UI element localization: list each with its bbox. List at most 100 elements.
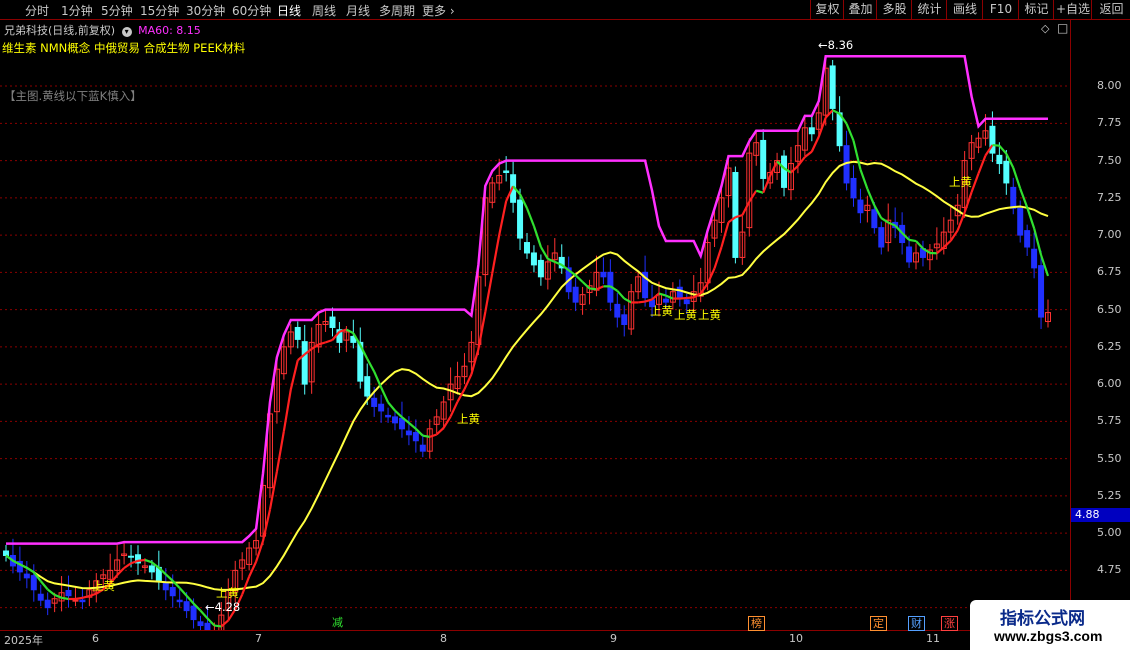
more-label: 更多 bbox=[422, 4, 447, 18]
candle-body bbox=[537, 259, 544, 278]
candle-body bbox=[662, 298, 669, 303]
candle-body bbox=[385, 414, 392, 418]
period-tab-weekly[interactable]: 周线 bbox=[312, 2, 336, 19]
restore-rights-button[interactable]: 复权 bbox=[810, 0, 844, 19]
short-ma-segment bbox=[408, 422, 417, 430]
candle-body bbox=[530, 252, 537, 266]
multi-stock-button[interactable]: 多股 bbox=[876, 0, 912, 19]
short-ma-segment bbox=[998, 144, 1008, 155]
short-ma-segment bbox=[366, 358, 376, 373]
short-ma-segment bbox=[26, 566, 35, 574]
short-ma-segment bbox=[380, 386, 390, 403]
short-ma-segment bbox=[817, 117, 827, 138]
short-ma-segment bbox=[943, 239, 952, 249]
low-price-annotation: ←4.28 bbox=[205, 600, 240, 614]
short-ma-segment bbox=[755, 189, 764, 194]
candle-body bbox=[364, 376, 371, 397]
period-tab-1min[interactable]: 1分钟 bbox=[61, 2, 93, 19]
marker-list[interactable]: 榜 bbox=[748, 616, 765, 631]
short-ma-segment bbox=[665, 294, 674, 300]
short-ma-segment bbox=[596, 285, 604, 291]
short-ma-segment bbox=[282, 389, 292, 432]
candle-body bbox=[301, 341, 308, 385]
candle-body bbox=[183, 601, 190, 612]
candle-body bbox=[850, 177, 857, 199]
kline-chart[interactable] bbox=[0, 19, 1070, 630]
add-watchlist-button[interactable]: +自选 bbox=[1053, 0, 1092, 19]
signal-label: 上黄 bbox=[216, 586, 239, 600]
candle-body bbox=[572, 286, 579, 303]
period-tab-monthly[interactable]: 月线 bbox=[346, 2, 370, 19]
period-tab-multi[interactable]: 多周期 bbox=[379, 2, 415, 19]
candle-body bbox=[23, 573, 30, 579]
period-tab-60min[interactable]: 60分钟 bbox=[232, 2, 271, 19]
short-ma-segment bbox=[638, 300, 646, 304]
marker-reduce[interactable]: 减 bbox=[330, 616, 345, 629]
candle-body bbox=[44, 599, 51, 609]
short-ma-segment bbox=[144, 558, 153, 564]
high-value: 8.36 bbox=[827, 38, 854, 52]
period-tab-intraday[interactable]: 分时 bbox=[25, 2, 49, 19]
statistics-button[interactable]: 统计 bbox=[911, 0, 947, 19]
short-ma-segment bbox=[498, 200, 508, 236]
y-tick-label: 7.00 bbox=[1097, 228, 1122, 242]
y-tick-label: 6.50 bbox=[1097, 302, 1122, 316]
candle-body bbox=[517, 199, 524, 239]
watermark-title: 指标公式网 bbox=[1000, 609, 1085, 628]
short-ma-segment bbox=[289, 360, 299, 390]
period-tab-30min[interactable]: 30分钟 bbox=[186, 2, 225, 19]
y-tick-label: 4.75 bbox=[1097, 563, 1122, 577]
marker-rise[interactable]: 涨 bbox=[941, 616, 958, 631]
candle-body bbox=[329, 316, 336, 328]
short-ma-segment bbox=[686, 296, 694, 300]
candle-body bbox=[169, 587, 176, 597]
short-ma-segment bbox=[261, 509, 272, 542]
candle-body bbox=[878, 227, 885, 248]
back-button[interactable]: 返回 bbox=[1091, 0, 1130, 19]
short-ma-segment bbox=[123, 562, 132, 569]
short-ma-segment bbox=[442, 416, 452, 429]
candle-body bbox=[79, 599, 86, 603]
candle-body bbox=[3, 550, 9, 556]
period-tab-15min[interactable]: 15分钟 bbox=[140, 2, 179, 19]
draw-line-button[interactable]: 画线 bbox=[946, 0, 983, 19]
short-ma-segment bbox=[956, 212, 966, 231]
candle-body bbox=[128, 555, 135, 558]
marker-fixed[interactable]: 定 bbox=[870, 616, 887, 631]
short-ma-segment bbox=[616, 290, 626, 300]
x-label-9: 9 bbox=[610, 632, 617, 645]
short-ma-segment bbox=[491, 234, 501, 274]
y-tick-label: 7.75 bbox=[1097, 116, 1122, 130]
candle-body bbox=[1010, 186, 1017, 209]
period-tab-more[interactable]: 更多 › bbox=[422, 2, 455, 19]
signal-label: 上黄 bbox=[457, 412, 480, 426]
short-ma-segment bbox=[525, 207, 535, 227]
short-ma-segment bbox=[387, 401, 396, 412]
f10-button[interactable]: F10 bbox=[982, 0, 1019, 19]
short-ma-segment bbox=[435, 427, 445, 436]
y-tick-label: 6.25 bbox=[1097, 339, 1122, 353]
period-tab-5min[interactable]: 5分钟 bbox=[101, 2, 133, 19]
candle-body bbox=[760, 139, 767, 179]
short-ma-segment bbox=[422, 434, 430, 438]
y-axis-divider bbox=[1070, 19, 1071, 631]
chevron-right-icon: › bbox=[449, 4, 455, 18]
short-ma-segment bbox=[484, 273, 494, 313]
mark-button[interactable]: 标记 bbox=[1018, 0, 1054, 19]
candle-body bbox=[392, 416, 399, 424]
period-tab-daily[interactable]: 日线 bbox=[277, 2, 301, 19]
marker-finance[interactable]: 财 bbox=[908, 616, 925, 631]
short-ma-segment bbox=[963, 191, 973, 213]
short-ma-segment bbox=[241, 576, 251, 595]
candle-body bbox=[683, 299, 690, 305]
signal-label: 上黄 bbox=[650, 304, 673, 318]
short-ma-segment bbox=[589, 287, 597, 291]
candle-body bbox=[503, 170, 510, 173]
y-tick-label: 5.75 bbox=[1097, 414, 1122, 428]
x-label-2025: 2025年 bbox=[4, 634, 43, 647]
overlay-button[interactable]: 叠加 bbox=[843, 0, 877, 19]
candle-body bbox=[197, 621, 204, 627]
candle-body bbox=[30, 575, 37, 591]
short-ma-segment bbox=[75, 596, 83, 601]
y-tick-label: 8.00 bbox=[1097, 79, 1122, 93]
